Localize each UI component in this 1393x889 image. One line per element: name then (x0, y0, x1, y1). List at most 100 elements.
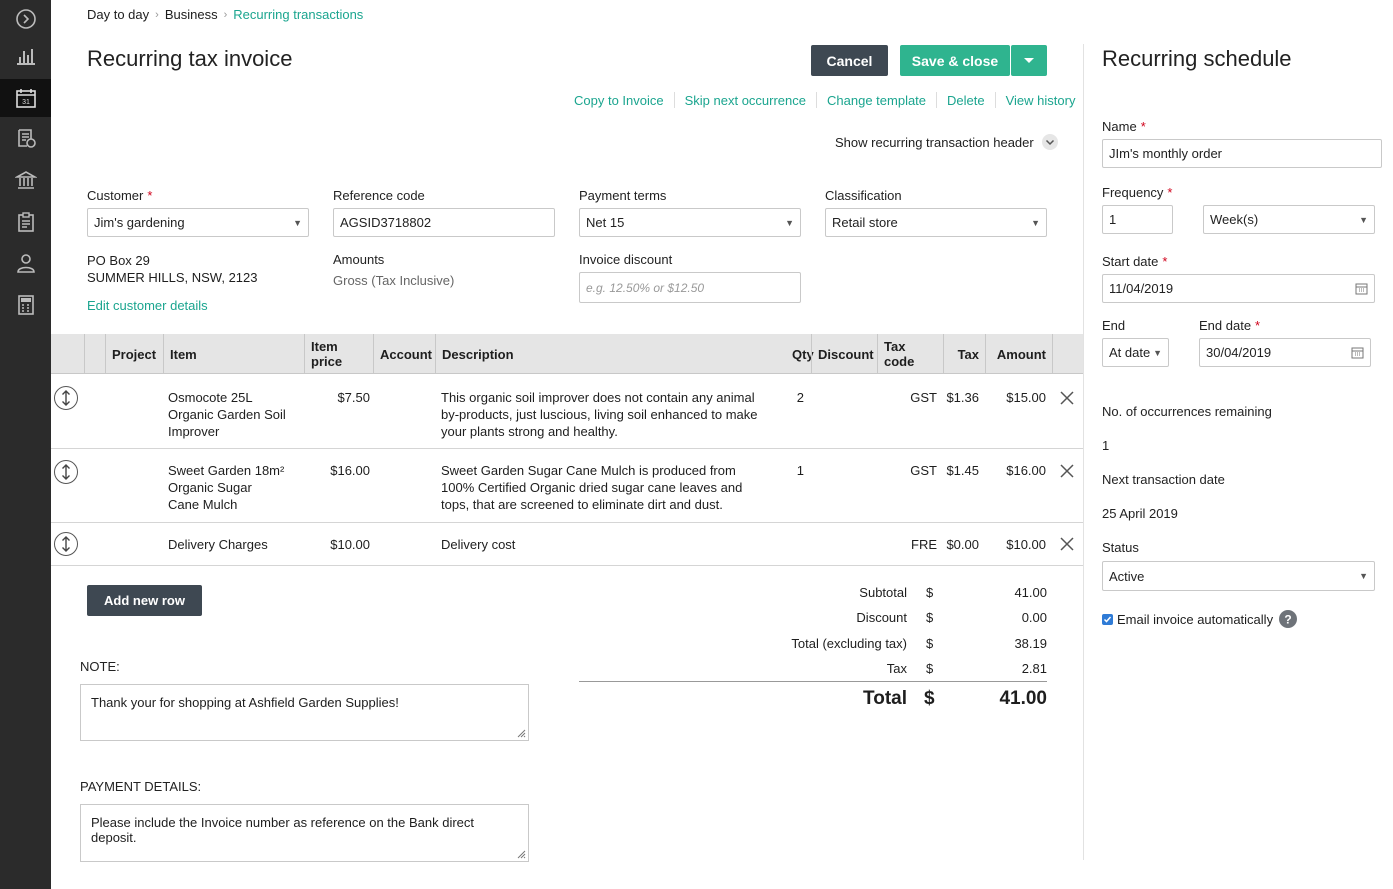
nav-accounting[interactable] (0, 286, 51, 324)
chart-icon (16, 49, 35, 65)
breadcrumb-day-to-day[interactable]: Day to day (87, 7, 149, 22)
caret-down-icon: ▼ (1359, 214, 1368, 225)
row-price[interactable]: $16.00 (304, 462, 370, 479)
nav-purchases[interactable] (0, 203, 51, 241)
copy-to-invoice-link[interactable]: Copy to Invoice (574, 93, 664, 108)
show-header-toggle[interactable]: Show recurring transaction header (835, 134, 1058, 150)
reference-input[interactable]: AGSID3718802 (333, 208, 555, 237)
divider (673, 92, 675, 108)
remove-icon[interactable] (1059, 463, 1075, 479)
schedule-name-label: Name * (1102, 119, 1146, 134)
row-item[interactable]: Sweet Garden 18m² Organic Sugar Cane Mul… (168, 462, 286, 513)
breadcrumb: Day to day › Business › Recurring transa… (87, 7, 363, 22)
view-history-link[interactable]: View history (1006, 93, 1076, 108)
save-options-dropdown[interactable] (1011, 45, 1047, 76)
reference-label: Reference code (333, 188, 425, 203)
cancel-button[interactable]: Cancel (811, 45, 888, 76)
row-description[interactable]: Sweet Garden Sugar Cane Mulch is produce… (441, 462, 771, 513)
frequency-input[interactable]: 1 (1102, 205, 1173, 234)
help-icon[interactable]: ? (1279, 610, 1298, 628)
header-account: Account (373, 334, 435, 374)
row-amount[interactable]: $16.00 (985, 462, 1046, 479)
row-price[interactable]: $7.50 (304, 389, 370, 406)
end-date-input[interactable]: 30/04/2019 (1199, 338, 1371, 367)
chevron-right-icon: › (155, 8, 159, 21)
row-description[interactable]: This organic soil improver does not cont… (441, 389, 771, 440)
divider (994, 92, 996, 108)
drag-handle-icon[interactable] (54, 460, 78, 484)
calendar-picker-icon[interactable] (1351, 346, 1364, 359)
resize-grip-icon[interactable] (516, 728, 526, 738)
invoice-discount-label: Invoice discount (579, 252, 673, 267)
total-label: Total (863, 688, 907, 709)
nav-calendar[interactable]: 31 (0, 79, 51, 117)
change-template-link[interactable]: Change template (827, 93, 926, 108)
row-price[interactable]: $10.00 (304, 536, 370, 553)
payment-terms-select[interactable]: Net 15 ▼ (579, 208, 801, 237)
customer-select[interactable]: Jim's gardening ▼ (87, 208, 309, 237)
caret-down-icon: ▼ (293, 217, 302, 228)
save-close-button[interactable]: Save & close (900, 45, 1010, 76)
email-invoice-checkbox[interactable] (1102, 613, 1113, 625)
payment-details-value: Please include the Invoice number as ref… (91, 815, 475, 845)
start-date-value: 11/04/2019 (1109, 281, 1174, 296)
payment-details-textarea[interactable]: Please include the Invoice number as ref… (80, 804, 529, 862)
calculator-icon (17, 295, 34, 315)
nav-contacts[interactable] (0, 244, 51, 282)
add-new-row-button[interactable]: Add new row (87, 585, 202, 616)
classification-select[interactable]: Retail store ▼ (825, 208, 1047, 237)
delete-link[interactable]: Delete (947, 93, 985, 108)
resize-grip-icon[interactable] (516, 849, 526, 859)
end-type-select[interactable]: At date ▼ (1102, 338, 1169, 367)
address-line-2: SUMMER HILLS, NSW, 2123 (87, 270, 258, 285)
row-tax-code[interactable]: GST (877, 462, 937, 479)
drag-handle-icon[interactable] (54, 532, 78, 556)
row-description[interactable]: Delivery cost (441, 536, 771, 553)
end-date-label: End date * (1199, 318, 1261, 333)
total-value: 41.00 (999, 688, 1047, 709)
check-icon (1103, 616, 1112, 623)
calendar-icon: 31 (15, 89, 36, 108)
edit-customer-link[interactable]: Edit customer details (87, 298, 208, 313)
chevron-down-icon (1041, 134, 1058, 150)
amounts-value: Gross (Tax Inclusive) (333, 273, 455, 288)
nav-banking[interactable] (0, 161, 51, 199)
header-tax-code: Tax code (877, 334, 943, 374)
row-amount[interactable]: $10.00 (985, 536, 1046, 553)
note-textarea[interactable]: Thank your for shopping at Ashfield Gard… (80, 684, 529, 741)
remove-icon[interactable] (1059, 536, 1075, 552)
invoice-icon (17, 129, 36, 148)
end-label: End (1102, 318, 1126, 333)
drag-handle-icon[interactable] (54, 386, 78, 410)
row-qty[interactable]: 2 (786, 389, 804, 406)
expand-nav-button[interactable] (0, 0, 51, 38)
nav-sales[interactable] (0, 119, 51, 157)
skip-next-occurrence-link[interactable]: Skip next occurrence (685, 93, 806, 108)
status-select[interactable]: Active ▼ (1102, 561, 1375, 591)
schedule-name-input[interactable]: JIm's monthly order (1102, 139, 1382, 168)
remove-icon[interactable] (1059, 390, 1075, 406)
discount-label: Discount (856, 610, 907, 625)
contacts-icon (16, 254, 35, 273)
sidebar-divider (1083, 44, 1084, 860)
nav-reports[interactable] (0, 37, 51, 75)
row-qty[interactable]: 1 (786, 462, 804, 479)
breadcrumb-business[interactable]: Business (165, 7, 218, 22)
breadcrumb-recurring-transactions[interactable]: Recurring transactions (233, 7, 363, 22)
row-amount[interactable]: $15.00 (985, 389, 1046, 406)
frequency-unit-select[interactable]: Week(s) ▼ (1203, 205, 1375, 234)
row-item[interactable]: Delivery Charges (168, 536, 298, 553)
row-tax-code[interactable]: FRE (877, 536, 937, 553)
header-tax: Tax (943, 334, 985, 374)
calendar-picker-icon[interactable] (1355, 282, 1368, 295)
customer-address: PO Box 29 SUMMER HILLS, NSW, 2123 (87, 252, 258, 286)
start-date-input[interactable]: 11/04/2019 (1102, 274, 1375, 303)
invoice-discount-input[interactable]: e.g. 12.50% or $12.50 (579, 272, 801, 303)
header-discount: Discount (811, 334, 877, 374)
email-invoice-row: Email invoice automatically ? (1102, 610, 1298, 628)
row-tax-code[interactable]: GST (877, 389, 937, 406)
page-title: Recurring tax invoice (87, 46, 293, 71)
row-item[interactable]: Osmocote 25L Organic Garden Soil Improve… (168, 389, 298, 440)
header-item: Item (163, 334, 304, 374)
header-spacer (84, 334, 105, 374)
